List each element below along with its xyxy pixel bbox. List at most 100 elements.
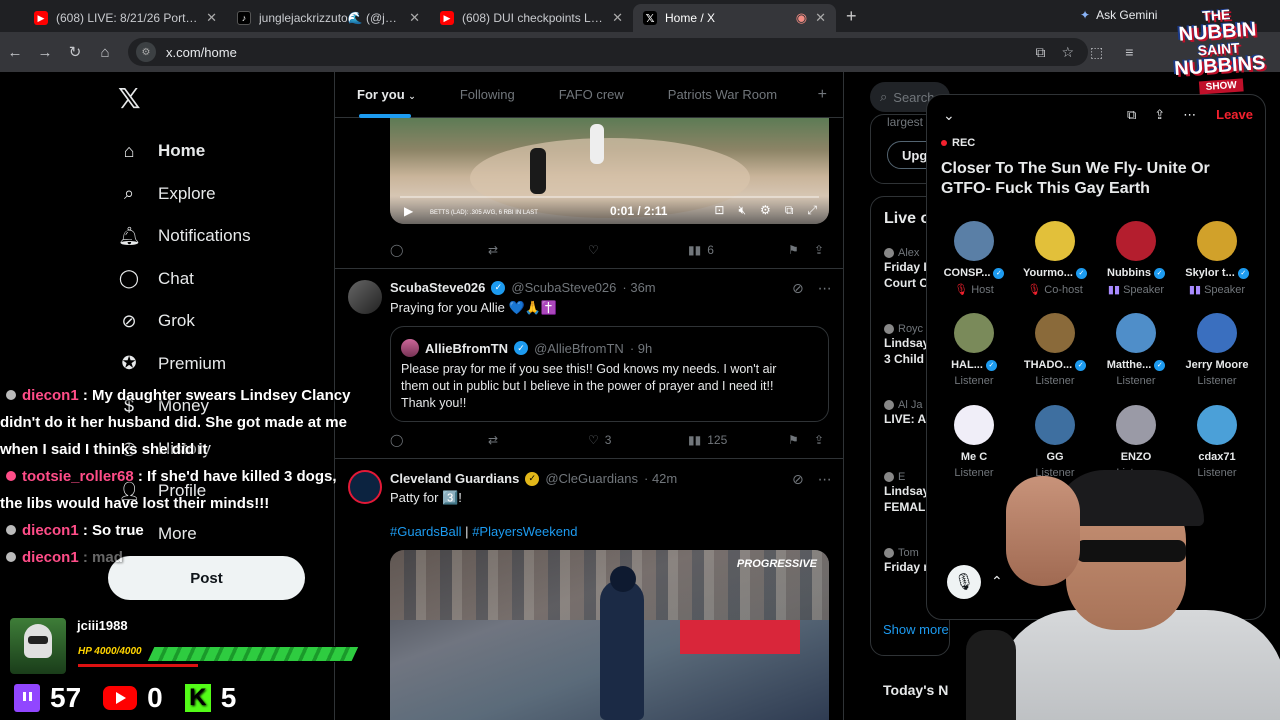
hashtag-link[interactable]: #PlayersWeekend xyxy=(472,524,577,539)
back-icon[interactable]: ← xyxy=(0,44,30,61)
tweet-menu: ⊘ ⋯ xyxy=(792,280,832,297)
live-item[interactable]: E Lindsay FEMAL xyxy=(884,471,929,515)
video-progress-bar[interactable] xyxy=(400,196,819,198)
feed-tabs: For you ⌄ Following FAFO crew Patriots W… xyxy=(335,72,843,118)
space-participant[interactable]: Skylor t... ✓ ▮▮ Speaker xyxy=(1176,221,1258,296)
search-icon: ⌕ xyxy=(123,183,135,204)
reply-icon[interactable]: ◯ xyxy=(390,243,403,257)
space-participant[interactable]: CONSP... ✓ 🎙︎ Host xyxy=(933,221,1015,296)
close-icon[interactable]: ✕ xyxy=(206,10,217,26)
live-item[interactable]: Royc Lindsay 3 Child xyxy=(884,323,929,367)
chevron-down-icon[interactable]: ⌄ xyxy=(943,107,955,124)
bookmark-star-icon[interactable]: ☆ xyxy=(1061,44,1074,61)
tweet-video[interactable]: PROGRESSIVE xyxy=(390,550,829,720)
sidebar-item-home[interactable]: ⌂ Home xyxy=(118,130,251,173)
sidebar-item-explore[interactable]: ⌕ Explore xyxy=(118,173,251,216)
live-item[interactable]: Alex Friday I Court C xyxy=(884,247,928,291)
extensions-icon[interactable]: ⬚ xyxy=(1090,44,1103,61)
close-icon[interactable]: ✕ xyxy=(612,10,623,26)
live-item[interactable]: Al Ja LIVE: A xyxy=(884,399,926,427)
settings-icon[interactable]: ⚙ xyxy=(760,203,771,218)
home-icon[interactable]: ⌂ xyxy=(90,44,120,61)
x-logo-icon[interactable]: 𝕏 xyxy=(118,82,141,115)
live-item[interactable]: Tom Friday n xyxy=(884,547,931,575)
space-participant[interactable]: Matthe... ✓ Listener xyxy=(1095,313,1177,387)
fullscreen-icon[interactable]: ⤢ xyxy=(807,203,817,218)
browser-tab-4[interactable]: 𝕏 Home / X ◉ ✕ xyxy=(633,4,836,32)
avatar xyxy=(884,548,894,558)
tweet-video[interactable]: ▶ BETTS (LAD): .305 AVG, 6 RBI IN LAST 0… xyxy=(390,118,829,224)
verified-icon: ✓ xyxy=(491,280,506,295)
address-bar[interactable]: ⚙ x.com/home ⧉ ☆ xyxy=(128,38,1088,66)
views-button[interactable]: ▮▮ 6 xyxy=(688,243,714,257)
share-icon[interactable]: ⇪ xyxy=(814,243,824,257)
grok-icon[interactable]: ⊘ xyxy=(792,471,804,488)
close-icon[interactable]: ✕ xyxy=(815,10,826,26)
hashtag-link[interactable]: #GuardsBall xyxy=(390,524,462,539)
install-icon[interactable]: ⧉ xyxy=(1035,44,1045,61)
forward-icon[interactable]: → xyxy=(30,44,60,61)
viewer-counters: 57 0 K5 xyxy=(14,682,258,714)
more-icon[interactable]: ⋯ xyxy=(818,280,832,297)
browser-tab-3[interactable]: ▶ (608) DUI checkpoints Los Ange ✕ xyxy=(430,4,633,32)
pip-icon[interactable]: ⧉ xyxy=(785,203,794,218)
tweet-author-handle[interactable]: @ScubaSteve026 xyxy=(511,280,616,295)
grok-icon[interactable]: ⊘ xyxy=(792,280,804,297)
kick-counter: K5 xyxy=(184,682,236,714)
play-icon[interactable]: ▶ xyxy=(404,204,413,218)
minimize-icon[interactable]: ⧉ xyxy=(1127,107,1136,123)
tweet-author-name[interactable]: Cleveland Guardians xyxy=(390,471,519,486)
space-participant[interactable]: Yourmo... ✓ 🎙︎ Co-host xyxy=(1014,221,1096,296)
share-icon[interactable]: ⇪ xyxy=(1154,107,1165,123)
quoted-tweet[interactable]: AllieBfromTN ✓ @AllieBfromTN · 9h Please… xyxy=(390,326,829,422)
views-button[interactable]: ▮▮ 125 xyxy=(688,433,727,447)
tweet-header: Cleveland Guardians ✓ @CleGuardians · 42… xyxy=(390,471,677,486)
captions-icon[interactable]: ⊡ xyxy=(714,203,724,218)
retweet-icon[interactable]: ⇄ xyxy=(488,433,498,447)
sidebar-item-grok[interactable]: ⊘ Grok xyxy=(118,300,251,343)
tweet-time[interactable]: · 36m xyxy=(622,280,655,295)
reload-icon[interactable]: ↻ xyxy=(60,43,90,61)
bookmark-icon[interactable]: ⚑ xyxy=(788,243,799,257)
nav-label: Grok xyxy=(158,311,195,331)
more-icon[interactable]: ⋯ xyxy=(1183,107,1196,123)
tweet-author-handle[interactable]: @CleGuardians xyxy=(545,471,638,486)
space-participant[interactable]: Nubbins ✓ ▮▮ Speaker xyxy=(1095,221,1177,296)
sidebar-item-premium[interactable]: ✪ Premium xyxy=(118,343,251,386)
participant-name-row: Skylor t... ✓ xyxy=(1176,267,1258,279)
add-tab-icon[interactable]: + xyxy=(818,86,827,104)
space-participant[interactable]: Jerry Moore Listener xyxy=(1176,313,1258,387)
reading-list-icon[interactable]: ≡ xyxy=(1125,44,1133,61)
bookmark-icon[interactable]: ⚑ xyxy=(788,433,799,447)
close-icon[interactable]: ✕ xyxy=(409,10,420,26)
tiktok-icon: ♪ xyxy=(237,11,251,25)
sidebar-item-chat[interactable]: ◯ Chat xyxy=(118,258,251,301)
space-participant[interactable]: HAL... ✓ Listener xyxy=(933,313,1015,387)
new-tab-button[interactable]: + xyxy=(846,6,857,27)
space-participant[interactable]: THADO... ✓ Listener xyxy=(1014,313,1096,387)
participant-name: Skylor t... xyxy=(1185,267,1235,279)
browser-tab-2[interactable]: ♪ junglejackrizzuto🌊 (@jungl3ja ✕ xyxy=(227,4,430,32)
tab-fafo-crew[interactable]: FAFO crew xyxy=(537,87,646,102)
avatar[interactable] xyxy=(348,280,382,314)
more-icon[interactable]: ⋯ xyxy=(818,471,832,488)
sidebar-item-notifications[interactable]: 🔔︎ Notifications xyxy=(118,215,251,258)
tab-for-you[interactable]: For you ⌄ xyxy=(335,87,438,118)
ask-gemini-button[interactable]: ✦ Ask Gemini xyxy=(1080,8,1157,22)
browser-tab-1[interactable]: ▶ (608) LIVE: 8/21/26 Portland ICE ✕ xyxy=(24,4,227,32)
reply-icon[interactable]: ◯ xyxy=(390,433,403,447)
tab-following[interactable]: Following xyxy=(438,87,537,102)
share-icon[interactable]: ⇪ xyxy=(814,433,824,447)
tab-patriots-war-room[interactable]: Patriots War Room xyxy=(646,87,799,102)
like-icon[interactable]: ♡ xyxy=(588,243,599,257)
like-button[interactable]: ♡ 3 xyxy=(588,433,611,447)
site-info-icon[interactable]: ⚙ xyxy=(136,42,156,62)
tweet-time[interactable]: · 42m xyxy=(644,471,677,486)
live-card-title: Live o xyxy=(884,210,931,227)
retweet-icon[interactable]: ⇄ xyxy=(488,243,498,257)
live-host: Alex xyxy=(898,247,920,259)
tweet-author-name[interactable]: ScubaSteve026 xyxy=(390,280,485,295)
avatar xyxy=(954,405,994,445)
leave-button[interactable]: Leave xyxy=(1216,107,1253,122)
mute-icon[interactable]: 🔇︎ xyxy=(738,203,746,218)
